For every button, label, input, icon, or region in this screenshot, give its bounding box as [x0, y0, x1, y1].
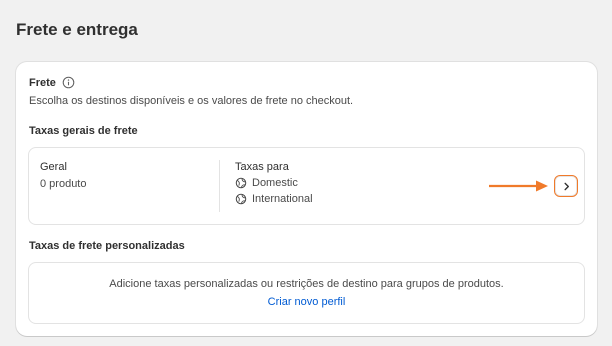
product-count: 0 produto [40, 178, 87, 190]
custom-rates-description: Adicione taxas personalizadas ou restriç… [109, 278, 504, 290]
arrow-right-icon [489, 180, 548, 192]
custom-rates-title: Taxas de frete personalizadas [29, 240, 185, 252]
open-profile-button[interactable] [554, 175, 578, 197]
general-rates-title: Taxas gerais de frete [29, 125, 138, 137]
profile-info: Geral 0 produto [40, 161, 86, 190]
globe-icon [235, 177, 247, 189]
globe-icon [235, 193, 247, 205]
column-divider [219, 160, 220, 212]
zone-name: International [252, 193, 313, 205]
custom-rates-empty-state: Adicione taxas personalizadas ou restriç… [28, 262, 585, 324]
page-title: Frete e entrega [16, 20, 138, 39]
zone-item: Domestic [235, 177, 313, 189]
shipping-card: Frete Escolha os destinos disponíveis e … [16, 62, 597, 336]
shipping-description: Escolha os destinos disponíveis e os val… [29, 95, 354, 107]
rates-for-label: Taxas para [235, 161, 289, 173]
shipping-title: Frete [29, 76, 56, 89]
shipping-header: Frete [29, 76, 75, 89]
info-icon[interactable] [62, 76, 75, 89]
chevron-right-icon [563, 182, 569, 190]
profile-name: Geral [40, 161, 67, 173]
general-rates-profile[interactable]: Geral 0 produto Taxas para Domestic Inte… [28, 147, 585, 225]
create-profile-link[interactable]: Criar novo perfil [268, 296, 346, 308]
rates-zones: Taxas para Domestic International [235, 161, 313, 205]
zone-item: International [235, 193, 313, 205]
zone-name: Domestic [252, 177, 298, 189]
